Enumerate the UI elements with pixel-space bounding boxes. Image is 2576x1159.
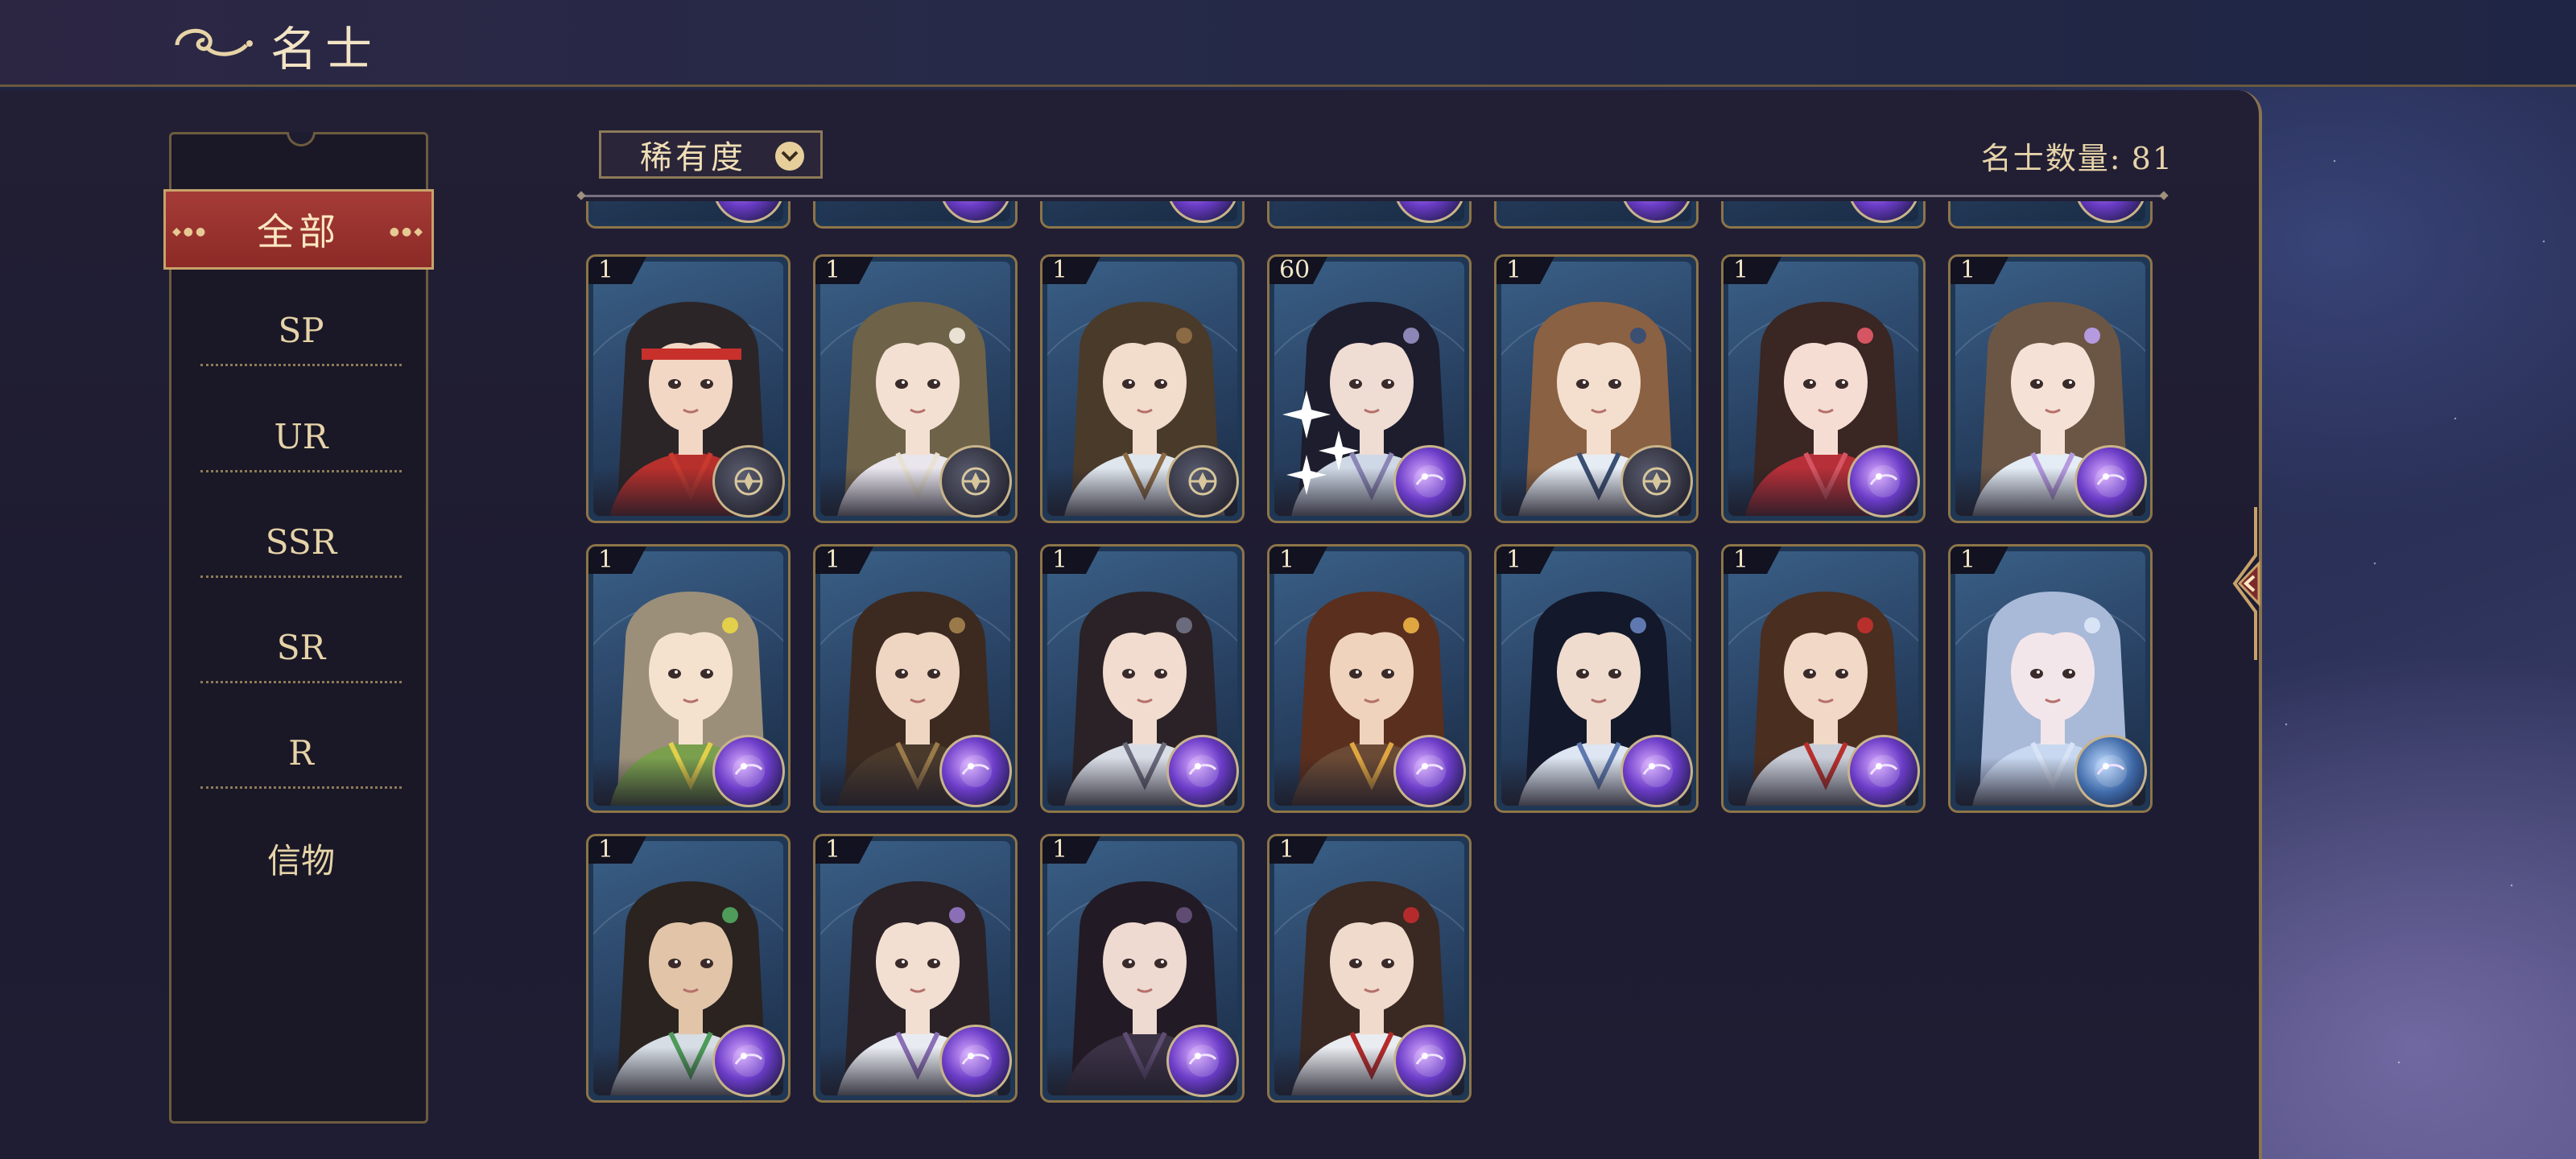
orb-icon [1414, 465, 1446, 497]
count-value: 81 [2131, 141, 2174, 176]
orb-icon [2095, 465, 2127, 497]
hero-card[interactable]: 60 [1267, 254, 1472, 523]
faction-orb-badge [1166, 1025, 1239, 1097]
ornament-dots: ●●◆ [389, 225, 425, 238]
faction-orb-badge [1847, 445, 1920, 518]
faction-orb-badge [1393, 735, 1466, 807]
hero-card[interactable]: 1 [1948, 254, 2153, 523]
hero-card[interactable]: 1 [1040, 544, 1245, 813]
page-title: 名士 [270, 22, 381, 76]
faction-orb-badge [939, 1025, 1012, 1097]
faction-orb-badge [939, 735, 1012, 807]
faction-orb-badge [2074, 445, 2147, 518]
hero-card[interactable]: 1 [813, 254, 1018, 523]
rarity-filter-dropdown[interactable]: 稀有度 [599, 130, 823, 179]
hero-card-grid[interactable]: 1 1 1 60 1 1 1 1 1 1 1 1 1 1 1 1 1 1 [580, 201, 2165, 1111]
sidebar-item-label: SSR [265, 522, 337, 562]
faction-compass-badge [1620, 445, 1693, 518]
orb-icon [1414, 755, 1446, 787]
filter-label: 稀有度 [640, 139, 746, 176]
hero-card[interactable]: 1 [1267, 544, 1472, 813]
cloud-swirl-icon [175, 28, 253, 56]
rarity-sidebar: ◆●● 全部 ●●◆ SP UR SSR SR R 信物 [163, 132, 434, 1124]
hero-card[interactable]: 1 [586, 254, 791, 523]
faction-orb-badge [1393, 445, 1466, 518]
faction-compass-badge [1166, 445, 1239, 518]
hero-card-partial[interactable] [1267, 201, 1472, 229]
hero-card[interactable]: 1 [813, 834, 1018, 1103]
sidebar-item-label: SR [276, 627, 326, 667]
sidebar-item-keepsake[interactable]: 信物 [200, 822, 402, 894]
orb-icon [1187, 1045, 1219, 1077]
sidebar-item-label: 全部 [257, 210, 341, 254]
hero-card[interactable]: 1 [1267, 834, 1472, 1103]
compass-icon [734, 467, 763, 496]
hero-card[interactable]: 1 [1494, 254, 1699, 523]
hero-card[interactable]: 1 [1721, 254, 1926, 523]
hero-count: 名士数量: 81 [1932, 134, 2174, 179]
hero-card-partial[interactable] [1494, 201, 1699, 229]
top-header: 名士 [0, 0, 2576, 87]
sidebar-item-sr[interactable]: SR [200, 611, 402, 683]
faction-compass-badge [712, 445, 785, 518]
count-label: 名士数量: [1980, 141, 2122, 176]
hero-card[interactable]: 1 [1494, 544, 1699, 813]
divider [200, 470, 402, 472]
faction-orb-badge [712, 735, 785, 807]
hero-card[interactable]: 1 [1721, 544, 1926, 813]
faction-orb-badge [1620, 735, 1693, 807]
faction-orb-badge [712, 1025, 785, 1097]
sidebar-item-all[interactable]: ◆●● 全部 ●●◆ [163, 189, 434, 270]
hero-card[interactable]: 1 [813, 544, 1018, 813]
sidebar-ornament [287, 132, 316, 146]
divider [200, 681, 402, 683]
sparkle-icon [1282, 390, 1359, 495]
grid-divider [581, 195, 2164, 197]
hero-card-partial[interactable] [1721, 201, 1926, 229]
orb-icon [1868, 465, 1900, 497]
compass-icon [1188, 467, 1217, 496]
collapse-arrow-icon[interactable] [2223, 507, 2272, 660]
sidebar-item-ssr[interactable]: SSR [200, 505, 402, 578]
orb-icon [1187, 755, 1219, 787]
divider [200, 786, 402, 789]
compass-icon [961, 467, 990, 496]
faction-compass-badge [939, 445, 1012, 518]
faction-orb-badge [1166, 735, 1239, 807]
sidebar-item-label: R [288, 732, 314, 773]
orb-icon [1868, 755, 1900, 787]
orb-icon [960, 755, 992, 787]
faction-orb-badge [1847, 735, 1920, 807]
hero-card[interactable]: 1 [1040, 834, 1245, 1103]
hero-card[interactable]: 1 [586, 834, 791, 1103]
divider [200, 364, 402, 366]
hero-card-partial[interactable] [1040, 201, 1245, 229]
hero-card[interactable]: 1 [1040, 254, 1245, 523]
ornament-dots: ◆●● [172, 225, 208, 238]
orb-icon [1641, 755, 1673, 787]
orb-icon [1414, 1045, 1446, 1077]
sidebar-item-r[interactable]: R [200, 716, 402, 789]
sidebar-item-label: 信物 [266, 840, 335, 881]
orb-icon [733, 755, 765, 787]
orb-icon [2095, 755, 2127, 787]
faction-orb-badge [1393, 1025, 1466, 1097]
sidebar-item-sp[interactable]: SP [200, 294, 402, 366]
sidebar-item-ur[interactable]: UR [200, 400, 402, 472]
compass-icon [1642, 467, 1671, 496]
orb-icon [960, 1045, 992, 1077]
hero-card[interactable]: 1 [586, 544, 791, 813]
sidebar-item-label: UR [274, 416, 328, 456]
hero-card-partial[interactable] [586, 201, 791, 229]
chevron-down-icon [775, 142, 804, 171]
hero-card[interactable]: 1 [1948, 544, 2153, 813]
sidebar-item-label: SP [278, 310, 324, 350]
divider [200, 575, 402, 578]
orb-icon [733, 1045, 765, 1077]
hero-card-partial[interactable] [1948, 201, 2153, 229]
hero-card-partial[interactable] [813, 201, 1018, 229]
faction-orb-badge [2074, 735, 2147, 807]
